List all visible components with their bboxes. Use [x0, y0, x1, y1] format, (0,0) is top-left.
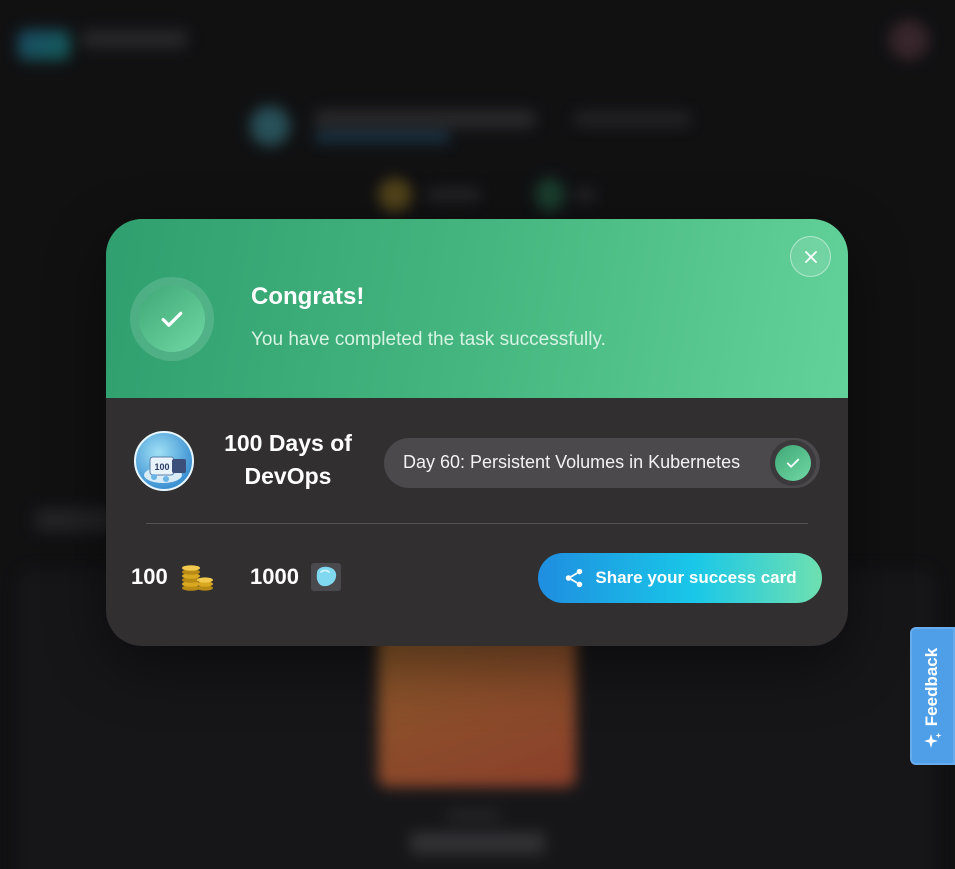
task-label: Day 60: Persistent Volumes in Kubernetes	[403, 452, 741, 472]
task-chip: Day 60: Persistent Volumes in Kubernetes	[384, 438, 820, 488]
coins-icon	[181, 565, 213, 591]
close-icon	[804, 250, 817, 263]
feedback-tab[interactable]: Feedback	[910, 627, 955, 765]
task-status	[770, 440, 816, 486]
course-badge-icon: 100	[134, 431, 194, 491]
feedback-label: Feedback	[922, 647, 941, 727]
gem-icon	[310, 563, 341, 591]
check-icon	[139, 286, 205, 352]
coins-value: 100	[131, 564, 168, 589]
share-success-card-button[interactable]: Share your success card	[538, 553, 822, 603]
course-title: 100 Days of DevOps	[224, 430, 352, 489]
modal-title: Congrats!	[251, 283, 365, 310]
check-icon	[775, 445, 811, 481]
modal-header: Congrats! You have completed the task su…	[106, 219, 848, 398]
success-badge	[130, 277, 214, 361]
success-modal: Congrats! You have completed the task su…	[106, 219, 848, 646]
gems-value: 1000	[250, 564, 299, 589]
coins-reward: 100	[131, 563, 214, 591]
divider	[146, 523, 808, 524]
modal-subtitle: You have completed the task successfully…	[251, 329, 606, 350]
course-badge-text: 100	[154, 462, 169, 472]
page: Congrats! You have completed the task su…	[0, 0, 955, 869]
sparkle-icon	[924, 732, 942, 748]
share-icon	[566, 568, 583, 588]
gems-reward: 1000	[250, 563, 341, 591]
close-button[interactable]	[790, 236, 831, 277]
share-button-label: Share your success card	[595, 568, 797, 587]
